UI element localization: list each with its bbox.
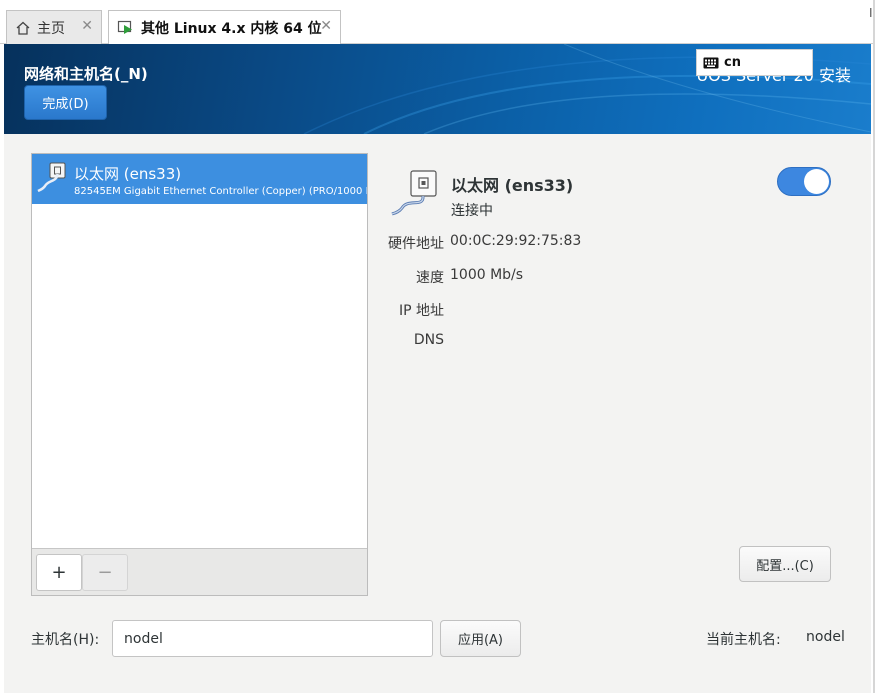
device-name: 以太网 (ens33) (74, 165, 182, 183)
speed-label: 速度 (416, 270, 444, 286)
tab-vm-label: 其他 Linux 4.x 内核 64 位 (141, 20, 322, 37)
device-enable-toggle[interactable] (777, 167, 831, 196)
vm-play-icon (117, 20, 135, 36)
edge-glyph: I (869, 6, 873, 20)
ethernet-icon (36, 160, 70, 198)
device-detail-name: 以太网 (ens33) (451, 176, 574, 195)
keyboard-icon (703, 57, 719, 69)
keyboard-layout-label: cn (724, 55, 741, 70)
connection-status: 连接中 (451, 203, 493, 219)
device-list[interactable]: 以太网 (ens33) 82545EM Gigabit Ethernet Con… (31, 153, 368, 596)
hardware-address-label: 硬件地址 (388, 236, 444, 252)
close-icon[interactable]: ✕ (320, 18, 332, 34)
done-button[interactable]: 完成(D) (24, 85, 107, 120)
dns-label: DNS (413, 332, 444, 348)
hostname-label: 主机名(H): (31, 632, 100, 648)
tab-home-label: 主页 (37, 20, 65, 37)
hostname-input[interactable]: nodel (112, 620, 433, 657)
speed-value: 1000 Mb/s (450, 267, 524, 283)
configure-button[interactable]: 配置...(C) (739, 546, 831, 582)
list-item[interactable]: 以太网 (ens33) 82545EM Gigabit Ethernet Con… (32, 154, 367, 204)
ip-address-label: IP 地址 (398, 303, 444, 319)
tab-home[interactable]: 主页 ✕ (6, 10, 102, 44)
current-hostname-value: nodel (806, 629, 845, 645)
toggle-knob (804, 169, 829, 194)
apply-button[interactable]: 应用(A) (440, 620, 521, 657)
remove-device-button[interactable]: − (82, 554, 128, 591)
home-icon (15, 20, 31, 36)
spoke-title: 网络和主机名(_N) (24, 65, 148, 83)
hardware-address-value: 00:0C:29:92:75:83 (450, 233, 582, 249)
list-toolbar: + − (32, 548, 367, 595)
current-hostname-label: 当前主机名: (706, 632, 781, 648)
ethernet-icon (390, 168, 446, 222)
device-description: 82545EM Gigabit Ethernet Controller (Cop… (74, 186, 367, 197)
add-device-button[interactable]: + (36, 554, 82, 591)
keyboard-layout-indicator[interactable]: cn (696, 49, 813, 76)
close-icon[interactable]: ✕ (81, 18, 93, 34)
vm-tab-bar: 主页 ✕ 其他 Linux 4.x 内核 64 位 ✕ (0, 0, 875, 44)
tab-vm[interactable]: 其他 Linux 4.x 内核 64 位 ✕ (108, 10, 341, 44)
